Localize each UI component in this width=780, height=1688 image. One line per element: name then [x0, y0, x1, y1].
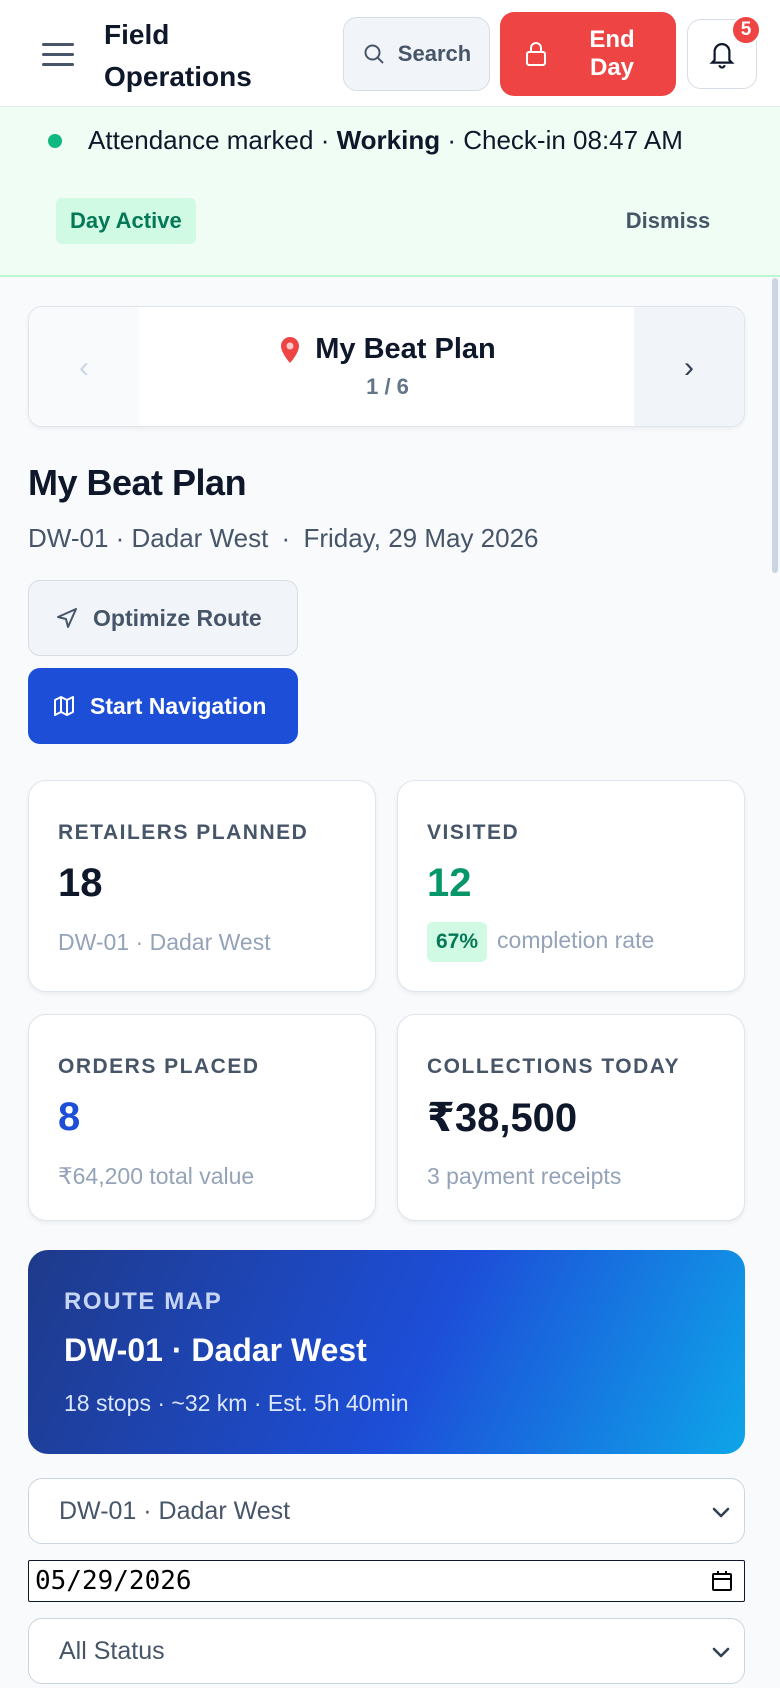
stat-sub: 67% completion rate — [427, 922, 654, 962]
start-navigation-label: Start Navigation — [90, 692, 267, 719]
optimize-route-button[interactable]: Optimize Route — [28, 580, 298, 656]
route-map-title: DW-01 · Dadar West — [64, 1332, 367, 1368]
date-input[interactable]: 05/29/2026 — [28, 1560, 745, 1602]
end-day-label: End Day — [589, 26, 635, 81]
end-day-button[interactable]: End Day — [500, 12, 676, 96]
lock-icon — [526, 42, 546, 66]
route-map-card[interactable]: ROUTE MAP DW-01 · Dadar West 18 stops · … — [28, 1250, 745, 1454]
attendance-banner: Attendance marked · Working · Check-in 0… — [0, 107, 780, 277]
pager-title: My Beat Plan — [315, 333, 496, 365]
stat-card-collections-today: COLLECTIONS TODAY ₹38,500 3 payment rece… — [397, 1014, 745, 1221]
attendance-state: Working — [336, 125, 441, 155]
stat-label: RETAILERS PLANNED — [58, 821, 309, 844]
pager-count: 1 / 6 — [366, 374, 409, 399]
day-active-badge: Day Active — [56, 198, 196, 244]
route-map-label: ROUTE MAP — [64, 1288, 223, 1315]
attendance-text: Attendance marked · Working · Check-in 0… — [88, 125, 683, 156]
stat-value: ₹38,500 — [427, 1096, 578, 1140]
pager-next-button[interactable]: › — [634, 307, 744, 426]
completion-label: completion rate — [497, 927, 655, 954]
stat-card-retailers-planned: RETAILERS PLANNED 18 DW-01 · Dadar West — [28, 780, 376, 992]
optimize-route-label: Optimize Route — [93, 604, 262, 631]
map-pin-icon — [281, 336, 300, 363]
beat-date-line: DW-01 · Dadar West · Friday, 29 May 2026 — [28, 523, 539, 554]
completion-pct-badge: 67% — [427, 922, 488, 962]
scrollbar[interactable] — [772, 278, 778, 573]
stat-value: 18 — [58, 861, 103, 905]
app-title: Field Operations — [104, 19, 252, 92]
status-select-value: All Status — [59, 1636, 165, 1665]
plan-date: Friday, 29 May 2026 — [303, 523, 539, 553]
chevron-down-icon — [712, 1507, 730, 1518]
search-button[interactable]: Search — [343, 17, 490, 91]
beat-name: DW-01 · Dadar West — [28, 523, 269, 553]
bell-icon — [709, 43, 735, 69]
beat-select-value: DW-01 · Dadar West — [59, 1496, 291, 1525]
hamburger-menu-icon[interactable] — [30, 30, 86, 78]
stat-sub: 3 payment receipts — [427, 1163, 622, 1189]
route-map-meta: 18 stops · ~32 km · Est. 5h 40min — [64, 1390, 409, 1416]
notification-count-badge: 5 — [731, 15, 761, 45]
pager-prev-button[interactable]: ‹ — [29, 307, 139, 426]
stat-card-orders-placed: ORDERS PLACED 8 ₹64,200 total value — [28, 1014, 376, 1221]
stat-label: ORDERS PLACED — [58, 1055, 260, 1078]
status-dot-icon — [48, 134, 62, 148]
calendar-icon[interactable] — [710, 1569, 734, 1593]
stat-label: COLLECTIONS TODAY — [427, 1055, 681, 1078]
search-icon — [364, 44, 384, 64]
stat-card-visited: VISITED 12 67% completion rate — [397, 780, 745, 992]
stat-sub: DW-01 · Dadar West — [58, 929, 271, 955]
date-value: 05/29/2026 — [35, 1566, 192, 1596]
stat-sub: ₹64,200 total value — [58, 1163, 255, 1189]
beat-select[interactable]: DW-01 · Dadar West — [28, 1478, 745, 1544]
page-title: My Beat Plan — [28, 462, 247, 503]
map-icon — [54, 696, 74, 716]
dismiss-button[interactable]: Dismiss — [608, 203, 728, 239]
section-pager: ‹ My Beat Plan 1 / 6 › — [28, 306, 745, 427]
start-navigation-button[interactable]: Start Navigation — [28, 668, 298, 744]
status-select[interactable]: All Status — [28, 1618, 745, 1684]
stat-value: 8 — [58, 1095, 81, 1139]
stat-value: 12 — [427, 861, 472, 905]
attendance-checkin: · Check-in 08:47 AM — [440, 125, 683, 155]
pager-current: My Beat Plan 1 / 6 — [139, 307, 636, 426]
app-header: Field Operations Search End Day 5 — [0, 0, 780, 107]
navigation-arrow-icon — [57, 608, 77, 628]
separator: · — [274, 523, 298, 553]
search-button-label: Search — [397, 41, 472, 66]
attendance-prefix: Attendance marked · — [88, 125, 337, 155]
chevron-down-icon — [712, 1647, 730, 1658]
stat-label: VISITED — [427, 821, 520, 844]
